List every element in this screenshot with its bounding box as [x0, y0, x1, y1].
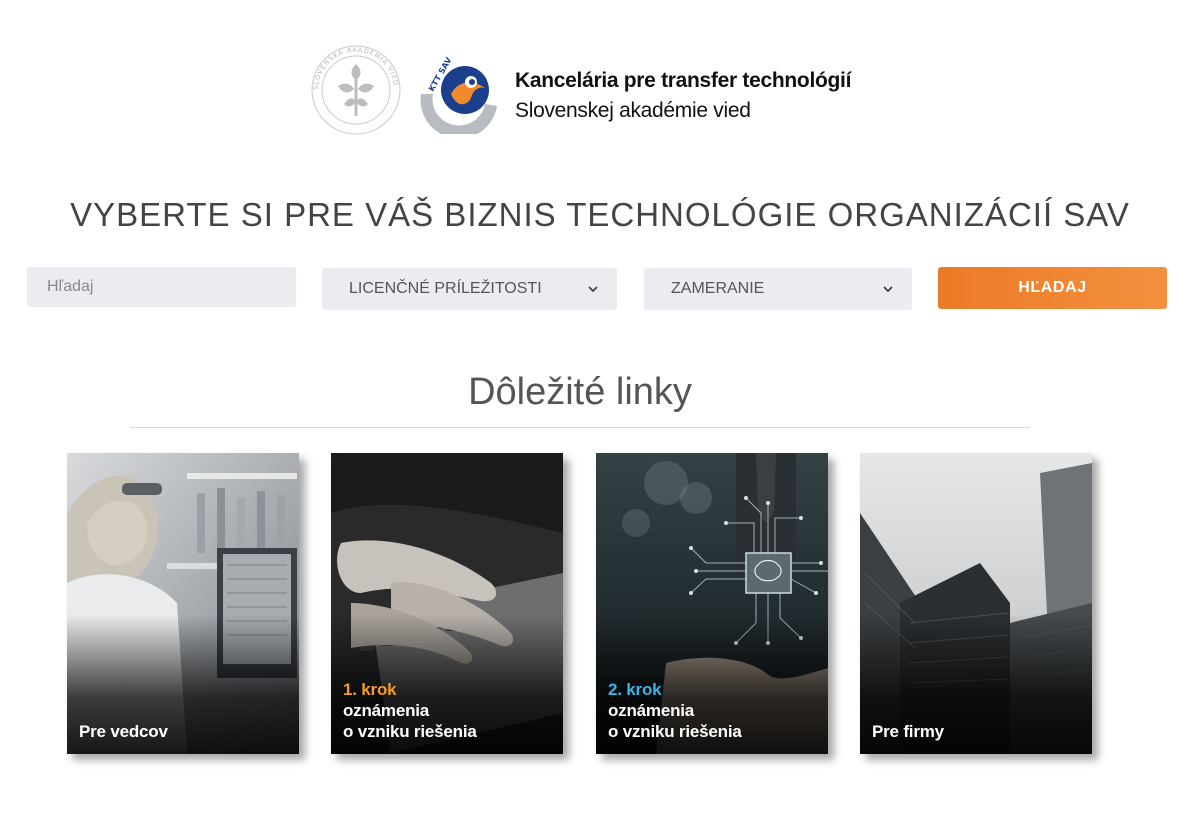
- card-line2: o vzniku riešenia: [608, 722, 742, 741]
- org-name-line2: Slovenskej akadémie vied: [515, 99, 751, 122]
- ktt-logo-icon: KTT SAV: [420, 55, 497, 134]
- org-name: Kancelária pre transfer technológií Slov…: [515, 66, 851, 126]
- card-label: Pre vedcov: [79, 721, 168, 742]
- search-button[interactable]: HĽADAJ: [938, 267, 1167, 309]
- chevron-down-icon: [883, 286, 893, 293]
- card-label: 1. krok oznámenia o vzniku riešenia: [343, 679, 477, 742]
- card-step1-notification[interactable]: 1. krok oznámenia o vzniku riešenia: [331, 453, 563, 754]
- links-divider: [130, 427, 1030, 428]
- card-step2-notification[interactable]: 2. krok oznámenia o vzniku riešenia: [596, 453, 828, 754]
- licence-select-value: LICENČNÉ PRÍLEŽITOSTI: [349, 280, 542, 297]
- focus-area-select[interactable]: ZAMERANIE: [644, 268, 912, 310]
- page-title: VYBERTE SI PRE VÁŠ BIZNIS TECHNOLÓGIE OR…: [70, 196, 1130, 233]
- card-line1: oznámenia: [608, 701, 695, 720]
- card-step: 2. krok: [608, 680, 662, 699]
- card-line2: o vzniku riešenia: [343, 722, 477, 741]
- card-for-companies[interactable]: Pre firmy: [860, 453, 1092, 754]
- focus-select-value: ZAMERANIE: [671, 280, 765, 297]
- card-label: Pre firmy: [872, 721, 944, 742]
- licence-opportunities-select[interactable]: LICENČNÉ PRÍLEŽITOSTI: [322, 268, 617, 310]
- sav-emblem-icon: SLOVENSKÁ AKADÉMIA VIED: [311, 45, 401, 135]
- chevron-down-icon: [588, 286, 598, 293]
- org-name-line1: Kancelária pre transfer technológií: [515, 69, 852, 92]
- card-title: Pre firmy: [872, 722, 944, 741]
- search-input[interactable]: [27, 267, 296, 307]
- card-line1: oznámenia: [343, 701, 430, 720]
- card-for-scientists[interactable]: Pre vedcov: [67, 453, 299, 754]
- card-label: 2. krok oznámenia o vzniku riešenia: [608, 679, 742, 742]
- links-heading: Dôležité linky: [468, 371, 692, 413]
- card-step: 1. krok: [343, 680, 397, 699]
- card-title: Pre vedcov: [79, 722, 168, 741]
